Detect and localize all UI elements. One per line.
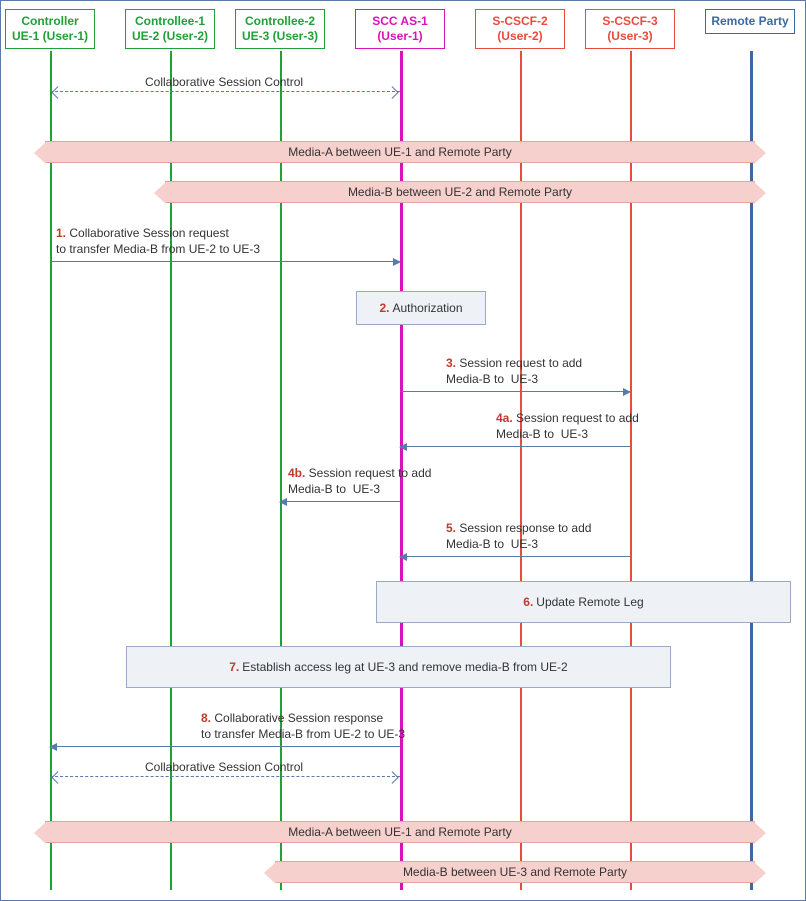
message-arrow: [50, 746, 400, 747]
message-arrow: [400, 391, 630, 392]
message-label: 3. Session request to addMedia-B to UE-3: [446, 356, 582, 387]
step-box: 7. Establish access leg at UE-3 and remo…: [126, 646, 671, 688]
collab-session-control-label: Collaborative Session Control: [145, 75, 303, 91]
message-arrow: [400, 556, 630, 557]
message-label: 8. Collaborative Session responseto tran…: [201, 711, 405, 742]
participant-scc: SCC AS-1(User-1): [355, 9, 445, 49]
message-arrow: [280, 501, 400, 502]
media-bar: Media-B between UE-2 and Remote Party: [165, 181, 755, 203]
message-label: 5. Session response to addMedia-B to UE-…: [446, 521, 591, 552]
participant-ue3: Controllee-2UE-3 (User-3): [235, 9, 325, 49]
participant-ue1: ControllerUE-1 (User-1): [5, 9, 95, 49]
message-label: 4a. Session request to addMedia-B to UE-…: [496, 411, 639, 442]
participant-remote: Remote Party: [705, 9, 795, 34]
lifeline-scscf2: [520, 51, 522, 890]
message-label: 1. Collaborative Session requestto trans…: [56, 226, 260, 257]
step-box: 6. Update Remote Leg: [376, 581, 791, 623]
lifeline-ue1: [50, 51, 52, 890]
participant-scscf3: S-CSCF-3(User-3): [585, 9, 675, 49]
media-bar: Media-B between UE-3 and Remote Party: [275, 861, 755, 883]
message-label: 4b. Session request to addMedia-B to UE-…: [288, 466, 431, 497]
message-arrow: [50, 261, 400, 262]
message-arrow: [400, 446, 630, 447]
collab-session-control-label: Collaborative Session Control: [145, 760, 303, 776]
collab-session-control: [50, 776, 400, 777]
media-bar: Media-A between UE-1 and Remote Party: [45, 821, 755, 843]
participant-ue2: Controllee-1UE-2 (User-2): [125, 9, 215, 49]
step-box: 2. Authorization: [356, 291, 486, 325]
collab-session-control: [50, 91, 400, 92]
participant-scscf2: S-CSCF-2(User-2): [475, 9, 565, 49]
media-bar: Media-A between UE-1 and Remote Party: [45, 141, 755, 163]
sequence-diagram: ControllerUE-1 (User-1) Controllee-1UE-2 …: [0, 0, 806, 901]
lifeline-scscf3: [630, 51, 632, 890]
lifeline-remote: [750, 51, 753, 890]
